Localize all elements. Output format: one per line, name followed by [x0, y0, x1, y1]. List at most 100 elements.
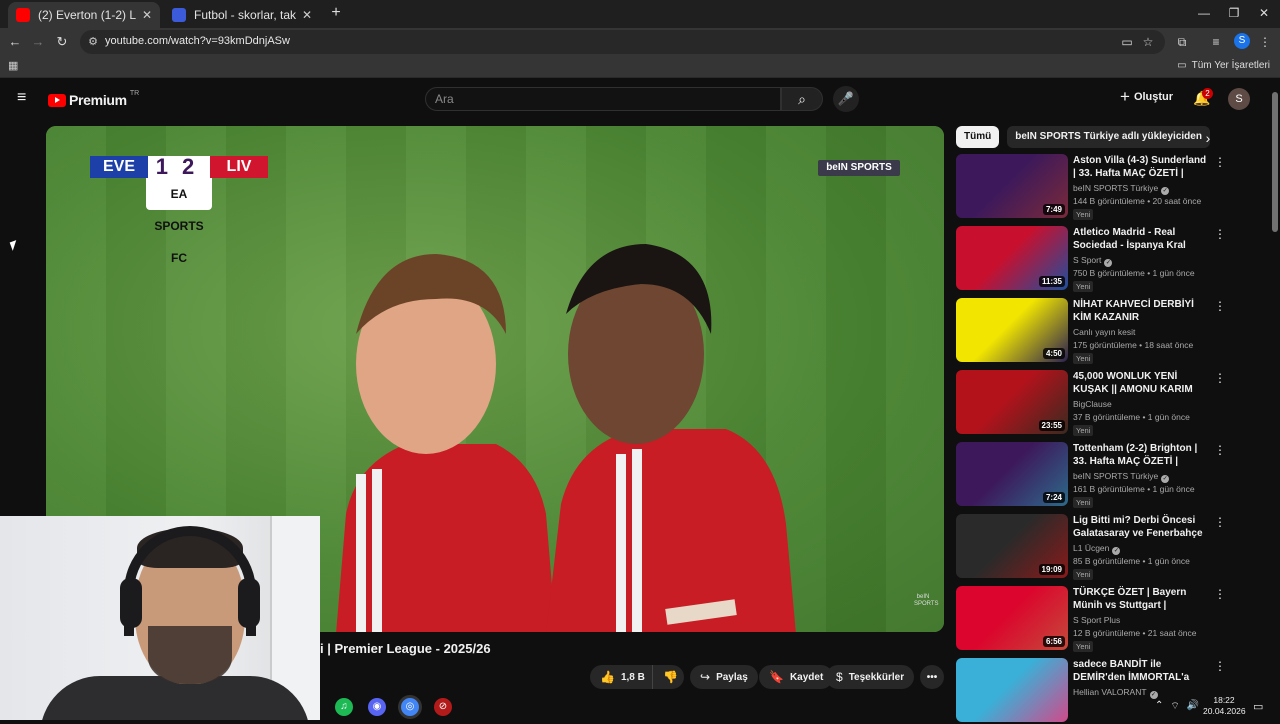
profile-avatar[interactable]: S: [1234, 33, 1250, 49]
scrollbar-thumb[interactable]: [1272, 92, 1278, 232]
create-button[interactable]: + Oluştur: [1120, 88, 1173, 105]
clock[interactable]: 18:22 20.04.2026: [1203, 695, 1246, 717]
account-avatar[interactable]: S: [1228, 88, 1250, 110]
channel-name[interactable]: Canlı yayın kesit: [1073, 327, 1135, 337]
video-title[interactable]: 45,000 WONLUK YENİ KUŞAK || AMONU KARIM …: [1073, 370, 1209, 396]
player-right-figure: [546, 244, 796, 632]
tab-everton-liverpool[interactable]: (2) Everton (1-2) Liverpool | 33. ✕: [8, 2, 160, 28]
hamburger-menu-icon[interactable]: ≡: [17, 90, 31, 106]
video-title[interactable]: Atletico Madrid - Real Sociedad - İspany…: [1073, 226, 1209, 252]
video-thumbnail[interactable]: 7:24: [956, 442, 1068, 506]
related-video-item[interactable]: 19:09 Lig Bitti mi? Derbi Öncesi Galatasa…: [956, 514, 1226, 580]
bookmark-star-icon[interactable]: ☆: [1140, 34, 1156, 50]
home-team: EVE: [90, 156, 148, 178]
channel-label: beIN SPORTS Türkiye: [1073, 471, 1159, 481]
voice-search-button[interactable]: 🎤: [833, 86, 859, 112]
restore-icon[interactable]: ❐: [1224, 6, 1244, 20]
more-vertical-icon[interactable]: ⋮: [1214, 660, 1226, 672]
related-video-item[interactable]: 6:56 TÜRKÇE ÖZET | Bayern Münih vs Stuttg…: [956, 586, 1226, 652]
channel-name[interactable]: BigClause: [1073, 399, 1112, 409]
channel-name[interactable]: beIN SPORTS Türkiye ✓: [1073, 183, 1170, 195]
new-tab-icon[interactable]: +: [328, 5, 344, 21]
channel-name[interactable]: beIN SPORTS Türkiye ✓: [1073, 471, 1170, 483]
youtube-premium-logo[interactable]: Premium TR: [48, 90, 139, 108]
video-duration: 6:56: [1042, 636, 1065, 647]
more-vertical-icon[interactable]: ⋮: [1214, 372, 1226, 384]
site-info-icon[interactable]: ⚙: [86, 35, 100, 49]
video-thumbnail[interactable]: 7:49: [956, 154, 1068, 218]
related-video-item[interactable]: 7:24 Tottenham (2-2) Brighton | 33. Hafta…: [956, 442, 1226, 508]
search-button[interactable]: ⌕: [781, 87, 823, 111]
video-title[interactable]: Lig Bitti mi? Derbi Öncesi Galatasaray v…: [1073, 514, 1209, 540]
channel-name[interactable]: S Sport Plus: [1073, 615, 1120, 625]
like-button[interactable]: 👍 1,8 B: [590, 665, 652, 689]
video-title[interactable]: Aston Villa (4-3) Sunderland | 33. Hafta…: [1073, 154, 1209, 180]
video-title[interactable]: NİHAT KAHVECİ DERBİYİ KİM KAZANIR YORUML…: [1073, 298, 1209, 324]
video-title[interactable]: TÜRKÇE ÖZET | Bayern Münih vs Stuttgart …: [1073, 586, 1209, 612]
microphone-icon: 🎤: [837, 91, 855, 106]
browser-toolbar: ← → ↻ ⚙ youtube.com/watch?v=93kmDdnjASw …: [0, 28, 1280, 56]
app-icon[interactable]: ⊘: [434, 698, 452, 716]
video-thumbnail[interactable]: 4:50: [956, 298, 1068, 362]
more-vertical-icon[interactable]: ⋮: [1214, 300, 1226, 312]
youtube-play-icon: [48, 93, 66, 107]
all-bookmarks-button[interactable]: ▭ Tüm Yer İşaretleri: [1177, 60, 1270, 71]
chrome-menu-icon[interactable]: ⋮: [1257, 34, 1273, 50]
tab-futbol-skorlar[interactable]: Futbol - skorlar, takvim & oranl ✕: [164, 2, 320, 28]
media-controls-icon[interactable]: ≡: [1208, 34, 1224, 50]
dislike-button[interactable]: 👎: [652, 665, 684, 689]
search-box[interactable]: [425, 87, 781, 111]
folder-icon: ▭: [1177, 60, 1187, 71]
video-title[interactable]: Tottenham (2-2) Brighton | 33. Hafta MAÇ…: [1073, 442, 1209, 468]
tab-title: Futbol - skorlar, takvim & oranl: [194, 8, 296, 22]
chevron-right-icon[interactable]: ›: [1200, 130, 1216, 146]
search-input[interactable]: [426, 88, 780, 110]
more-vertical-icon[interactable]: ⋮: [1214, 516, 1226, 528]
apps-grid-icon[interactable]: ▦: [8, 60, 20, 72]
more-vertical-icon[interactable]: ⋮: [1214, 228, 1226, 240]
thanks-button[interactable]: $ Teşekkürler: [826, 665, 915, 689]
discord-icon[interactable]: ◉: [368, 698, 386, 716]
reload-icon[interactable]: ↻: [54, 34, 70, 50]
minimize-icon[interactable]: —: [1194, 6, 1214, 20]
more-actions-button[interactable]: •••: [920, 665, 944, 689]
chevron-up-icon[interactable]: ⌃: [1155, 700, 1163, 713]
video-thumbnail[interactable]: 23:55: [956, 370, 1068, 434]
video-thumbnail[interactable]: 11:35: [956, 226, 1068, 290]
save-button[interactable]: 🔖 Kaydet: [759, 665, 834, 689]
related-video-item[interactable]: 11:35 Atletico Madrid - Real Sociedad - İ…: [956, 226, 1226, 292]
channel-name[interactable]: L1 Ücgen ✓: [1073, 543, 1121, 555]
video-duration: 7:24: [1042, 492, 1065, 503]
close-tab-icon[interactable]: ✕: [142, 8, 152, 22]
related-video-item[interactable]: 7:49 Aston Villa (4-3) Sunderland | 33. H…: [956, 154, 1226, 220]
channel-label: beIN SPORTS Türkiye: [1073, 183, 1159, 193]
notification-center-icon[interactable]: ▭: [1253, 700, 1263, 713]
away-goals: 2: [182, 154, 209, 179]
verified-check-icon: ✓: [1112, 547, 1121, 555]
address-bar[interactable]: ⚙ youtube.com/watch?v=93kmDdnjASw: [80, 30, 1165, 54]
video-meta: 175 görüntüleme • 18 saat önce: [1073, 340, 1194, 350]
volume-icon[interactable]: 🔊: [1187, 700, 1199, 713]
related-video-item[interactable]: 23:55 45,000 WONLUK YENİ KUŞAK || AMONU K…: [956, 370, 1226, 436]
more-vertical-icon[interactable]: ⋮: [1214, 588, 1226, 600]
chrome-icon[interactable]: ◎: [401, 698, 419, 716]
more-vertical-icon[interactable]: ⋮: [1214, 156, 1226, 168]
cast-icon[interactable]: ▭: [1119, 34, 1135, 50]
chip-all[interactable]: Tümü: [956, 126, 1000, 148]
forward-icon[interactable]: →: [30, 34, 46, 50]
more-vertical-icon[interactable]: ⋮: [1214, 444, 1226, 456]
video-thumbnail[interactable]: 6:56: [956, 586, 1068, 650]
close-window-icon[interactable]: ✕: [1254, 6, 1274, 20]
related-video-item[interactable]: 4:50 NİHAT KAHVECİ DERBİYİ KİM KAZANIR YO…: [956, 298, 1226, 364]
share-button[interactable]: ↪ Paylaş: [690, 665, 758, 689]
back-icon[interactable]: ←: [7, 34, 23, 50]
webcam-overlay: [0, 516, 320, 720]
extensions-icon[interactable]: ⧉: [1174, 34, 1190, 50]
network-icon[interactable]: ⌔: [1170, 700, 1179, 713]
chip-uploader[interactable]: beIN SPORTS Türkiye adlı yükleyiciden: [1007, 126, 1210, 148]
close-tab-icon[interactable]: ✕: [302, 8, 312, 22]
video-title[interactable]: sadece BANDİT ile DEMİR'den İMMORTAL'a ç…: [1073, 658, 1209, 684]
spotify-icon[interactable]: ♫: [335, 698, 353, 716]
video-thumbnail[interactable]: 19:09: [956, 514, 1068, 578]
channel-name[interactable]: S Sport ✓: [1073, 255, 1113, 267]
